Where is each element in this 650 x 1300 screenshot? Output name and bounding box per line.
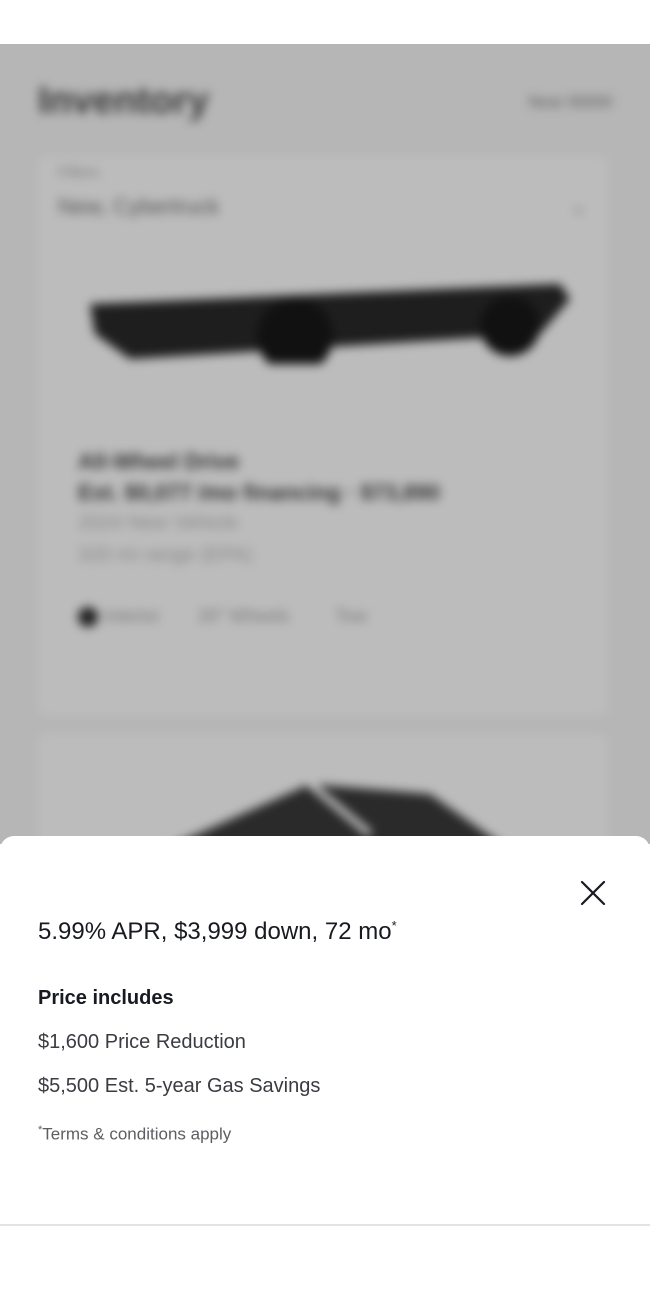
filter-value: New, Cybertruck <box>58 194 220 219</box>
status-area <box>0 0 650 44</box>
price-includes-heading: Price includes <box>38 987 174 1009</box>
option-tow: Tow <box>335 606 368 626</box>
option-interior: Interior <box>78 606 160 628</box>
offer-details-sheet: 5.99% APR, $3,999 down, 72 mo* Price inc… <box>0 836 650 1300</box>
footnote-marker: * <box>391 918 397 933</box>
blurred-background: Inventory Near 00000 Filters New, Cybert… <box>0 44 650 844</box>
vehicle-image-2 <box>175 781 502 844</box>
vehicle-condition: 2024 New Vehicle <box>78 512 239 534</box>
vehicle-price: Est. $0,077 /mo financing · $73,890 <box>78 480 440 505</box>
gas-savings-item: $5,500 Est. 5-year Gas Savings <box>38 1075 321 1097</box>
chevron-down-icon: ⌄ <box>570 196 587 218</box>
price-reduction-item: $1,600 Price Reduction <box>38 1031 246 1053</box>
vehicle-image <box>90 284 570 364</box>
vehicle-trim: All-Wheel Drive <box>78 449 240 474</box>
page-title: Inventory <box>38 80 210 122</box>
color-swatch <box>78 607 98 628</box>
inventory-page: Inventory Near 00000 Filters New, Cybert… <box>0 44 650 844</box>
close-icon[interactable] <box>576 876 610 910</box>
location-link: Near 00000 <box>528 94 612 111</box>
option-wheels: 20" Wheels <box>198 606 290 626</box>
terms-note: *Terms & conditions apply <box>38 1124 232 1144</box>
offer-title: 5.99% APR, $3,999 down, 72 mo* <box>38 918 397 945</box>
close-button[interactable] <box>576 876 610 910</box>
filter-label: Filters <box>58 164 99 181</box>
vehicle-range: 320 mi range (EPA) <box>78 544 253 566</box>
vehicle-card <box>38 156 608 716</box>
divider <box>0 1224 650 1226</box>
